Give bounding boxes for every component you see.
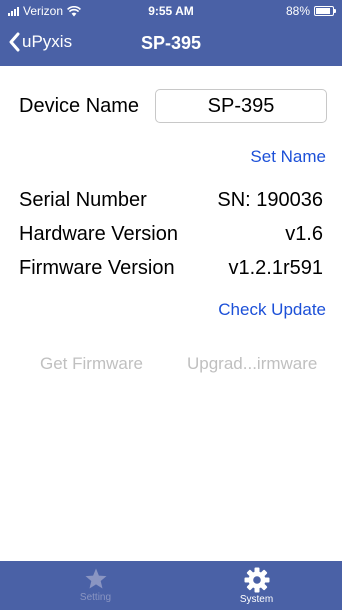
battery-fill bbox=[316, 8, 330, 14]
gear-icon bbox=[244, 567, 269, 593]
set-name-button[interactable]: Set Name bbox=[250, 147, 326, 167]
upgrade-firmware-button[interactable]: Upgrad...irmware bbox=[187, 354, 317, 374]
status-right: 88% bbox=[285, 4, 336, 18]
status-bar: Verizon 9:55 AM 88% bbox=[0, 0, 342, 22]
firmware-version-label: Firmware Version bbox=[19, 257, 175, 279]
navigation-bar: uPyxis SP-395 bbox=[0, 22, 342, 66]
battery-icon bbox=[314, 6, 336, 16]
get-firmware-button[interactable]: Get Firmware bbox=[40, 354, 143, 374]
tab-system-label: System bbox=[239, 594, 274, 605]
tab-setting-label: Setting bbox=[79, 592, 112, 603]
serial-number-value: SN: 190036 bbox=[217, 189, 323, 211]
tab-system[interactable]: System bbox=[171, 561, 342, 610]
device-name-input[interactable] bbox=[155, 89, 327, 123]
tab-setting[interactable]: Setting bbox=[10, 561, 181, 610]
hardware-version-label: Hardware Version bbox=[19, 223, 178, 245]
device-name-label: Device Name bbox=[19, 95, 140, 117]
check-update-button[interactable]: Check Update bbox=[218, 300, 326, 320]
serial-number-label: Serial Number bbox=[19, 189, 147, 211]
firmware-version-value: v1.2.1r591 bbox=[228, 257, 323, 279]
battery-percent: 88% bbox=[285, 4, 310, 18]
hardware-version-value: v1.6 bbox=[285, 223, 323, 245]
tab-bar: Setting System bbox=[0, 561, 342, 610]
star-icon bbox=[85, 568, 106, 589]
page-title: SP-395 bbox=[140, 33, 202, 53]
